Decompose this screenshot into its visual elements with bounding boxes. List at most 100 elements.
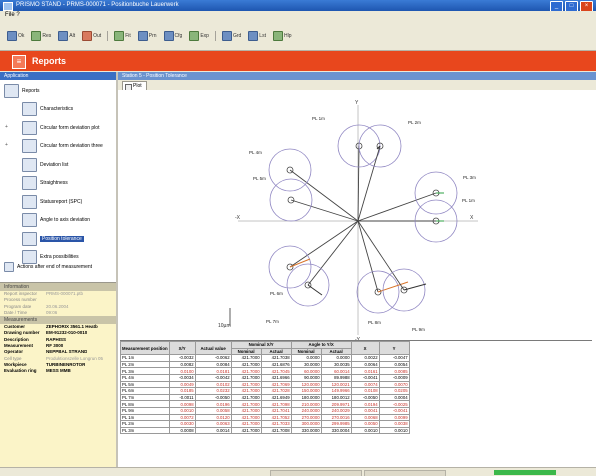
table-row[interactable]: PL 4m -0.0034 -0.0042 421.7000 421.6966 90.00… — [120, 373, 410, 382]
table-cell: 330.0004 — [320, 426, 352, 435]
table-row[interactable]: PL 7m -0.0011 -0.0050 421.7000 421.6949 180.0… — [120, 393, 410, 402]
table-cell: 0.0010 — [378, 426, 410, 435]
toolbar-button[interactable]: Exp — [188, 31, 210, 41]
table-row[interactable]: PL 1m 0.0072 0.0120 421.7000 421.7052 270.000… — [120, 413, 410, 422]
table-cell: 0.0185 — [168, 387, 196, 395]
tree-root[interactable]: Reports — [4, 84, 40, 98]
point-label: PL 5m — [253, 176, 266, 181]
toolbar-button[interactable]: Lst — [247, 31, 267, 41]
table-row[interactable]: PL 6m 0.0185 0.0232 421.7000 421.7028 150.000… — [120, 387, 410, 395]
table-cell: 30.0035 — [320, 360, 352, 369]
tree-item[interactable]: Circular form deviation three — [22, 139, 103, 153]
tree-item[interactable]: Characteristics — [22, 102, 73, 116]
point-label: PL 2m — [408, 120, 421, 125]
table-row[interactable]: PL 3m 0.0100 0.0181 421.7000 421.7045 60.0000… — [120, 367, 410, 375]
toolbar: Ok Res Alt Out Fit Prn Cfg Exp Grd Lst Hlp — [0, 20, 596, 51]
table-cell: 0.0000 — [320, 354, 352, 362]
table-cell: PL 1m — [120, 354, 170, 362]
main-area: Station 5 - Position Tolerance Plot Y X … — [118, 72, 596, 468]
tree-item[interactable]: Deviation list — [22, 157, 69, 172]
tree-expander[interactable]: + — [5, 142, 8, 148]
tree-item-label: Circular form deviation plot — [40, 124, 100, 131]
position-vector — [357, 145, 381, 222]
tree-item-label: Deviation list — [40, 161, 69, 168]
table-row[interactable]: PL 8m 0.0098 0.0196 421.7000 421.7098 210.000… — [120, 400, 410, 408]
toolbar-button[interactable]: Cfg — [163, 31, 184, 41]
point-label: PL 1m — [462, 198, 475, 203]
circle-form-3-icon — [22, 139, 37, 153]
column-header[interactable]: X — [350, 340, 380, 356]
toolbar-button[interactable]: Fit — [113, 31, 132, 41]
results-table: Measurement position X/Y Actual value Nomin… — [120, 340, 410, 435]
table-row[interactable]: PL 2m 0.0082 0.0084 421.7000 421.6876 30.0000… — [120, 360, 410, 369]
column-header[interactable]: Actual value — [194, 340, 232, 356]
reports-banner: ≡ Reports — [0, 51, 596, 71]
ok-icon — [7, 31, 17, 41]
tree-item[interactable]: Position tolerance — [22, 231, 84, 246]
actions-label: Actions after end of measurement — [17, 264, 93, 270]
table-row[interactable]: PL 1m -0.0032 -0.0062 421.7000 421.7038 0.000… — [120, 354, 410, 362]
toolbar-button[interactable]: Res — [30, 31, 52, 41]
table-cell: 0.0004 — [378, 393, 410, 402]
toolbar-button-label: Fit — [125, 33, 131, 39]
table-cell: 0.0085 — [378, 367, 410, 375]
reports-folder-icon — [4, 84, 19, 98]
table-cell: 60.0000 — [290, 367, 322, 375]
table-cell: 0.0232 — [194, 387, 232, 395]
column-header[interactable]: Angle to Y/X — [290, 341, 352, 349]
point-label: PL 3m — [463, 175, 476, 180]
column-header[interactable]: X/Y — [168, 340, 196, 356]
table-row[interactable]: PL 2m 0.0030 0.0063 421.7000 421.7033 300.000… — [120, 420, 410, 428]
axis-label-top: Y — [355, 100, 359, 106]
deviation-vector — [307, 284, 323, 296]
report-tree: Reports Characteristics + Circular form de… — [0, 80, 116, 278]
tree-item[interactable]: Angle to axis deviation — [22, 213, 90, 227]
help-icon — [272, 31, 283, 41]
menu-file[interactable]: File ? — [5, 12, 20, 18]
output-icon — [82, 31, 93, 41]
table-cell: 240.0029 — [320, 406, 352, 415]
position-vector — [289, 169, 359, 222]
tree-expander[interactable]: + — [5, 124, 8, 130]
toolbar-button[interactable]: Prn — [137, 31, 158, 41]
column-header[interactable]: Y — [378, 340, 410, 356]
column-header[interactable]: Nominal X/Y — [230, 341, 292, 349]
tree-item-label: Statusreport (SPC) — [40, 198, 83, 205]
table-row[interactable]: PL 9m 0.0010 0.0058 421.7000 421.7041 240.000… — [120, 406, 410, 415]
column-header[interactable]: Measurement position — [120, 340, 170, 356]
toolbar-button[interactable]: Grd — [221, 31, 242, 41]
table-cell: PL 2m — [120, 360, 170, 369]
table-row[interactable]: PL 5m 0.0049 0.0102 421.7000 421.7069 120.000… — [120, 380, 410, 389]
tree-item[interactable]: Statusreport (SPC) — [22, 194, 83, 209]
table-header-row: Measurement position X/Y Actual value Nomin… — [120, 340, 410, 356]
table-cell: 421.7038 — [260, 354, 292, 362]
toolbar-button[interactable]: Hlp — [272, 31, 293, 41]
table-cell: 300.0000 — [290, 420, 322, 428]
properties-measure-rows: Customer ZEPHORIX 3561.1 Heatb Drawing num… — [0, 324, 116, 374]
table-cell: 90.0000 — [290, 373, 322, 382]
tree-item[interactable]: Circular form deviation plot — [22, 120, 100, 135]
table-cell: 89.9988 — [320, 373, 352, 382]
table-cell: 0.0041 — [350, 406, 380, 415]
toolbar-button[interactable]: Alt — [57, 31, 76, 41]
properties-panel: Information Report inspector PRMS-000071.… — [0, 282, 116, 468]
table-cell: 0.0000 — [290, 354, 322, 362]
tree-item[interactable]: Straightness — [22, 176, 68, 190]
status-segment-1 — [270, 470, 362, 476]
reports-icon: ≡ — [12, 55, 26, 69]
table-cell: 421.7000 — [230, 367, 262, 375]
toolbar-button[interactable]: Out — [81, 31, 102, 41]
table-cell: 0.0196 — [194, 400, 232, 408]
table-cell: 421.7041 — [260, 406, 292, 415]
toolbar-row: Ok Res Alt Out Fit Prn Cfg Exp Grd Lst Hlp — [6, 31, 292, 41]
table-cell: -0.0032 — [168, 354, 196, 362]
table-cell: -0.0050 — [350, 393, 380, 402]
app-window: PRISMO STAND - PRMS-000071 - Positionbuc… — [0, 0, 596, 476]
table-cell: -0.0009 — [378, 373, 410, 382]
column-subheader: Nominal — [290, 347, 322, 356]
actions-after-measurement[interactable]: Actions after end of measurement — [4, 262, 92, 272]
table-row[interactable]: PL 3m 0.0008 0.0014 421.7000 421.7008 330.000… — [120, 426, 410, 435]
toolbar-button[interactable]: Ok — [6, 31, 25, 41]
property-value: PRMS-000071.ptb — [46, 291, 84, 296]
table-cell: 421.7000 — [230, 380, 262, 389]
